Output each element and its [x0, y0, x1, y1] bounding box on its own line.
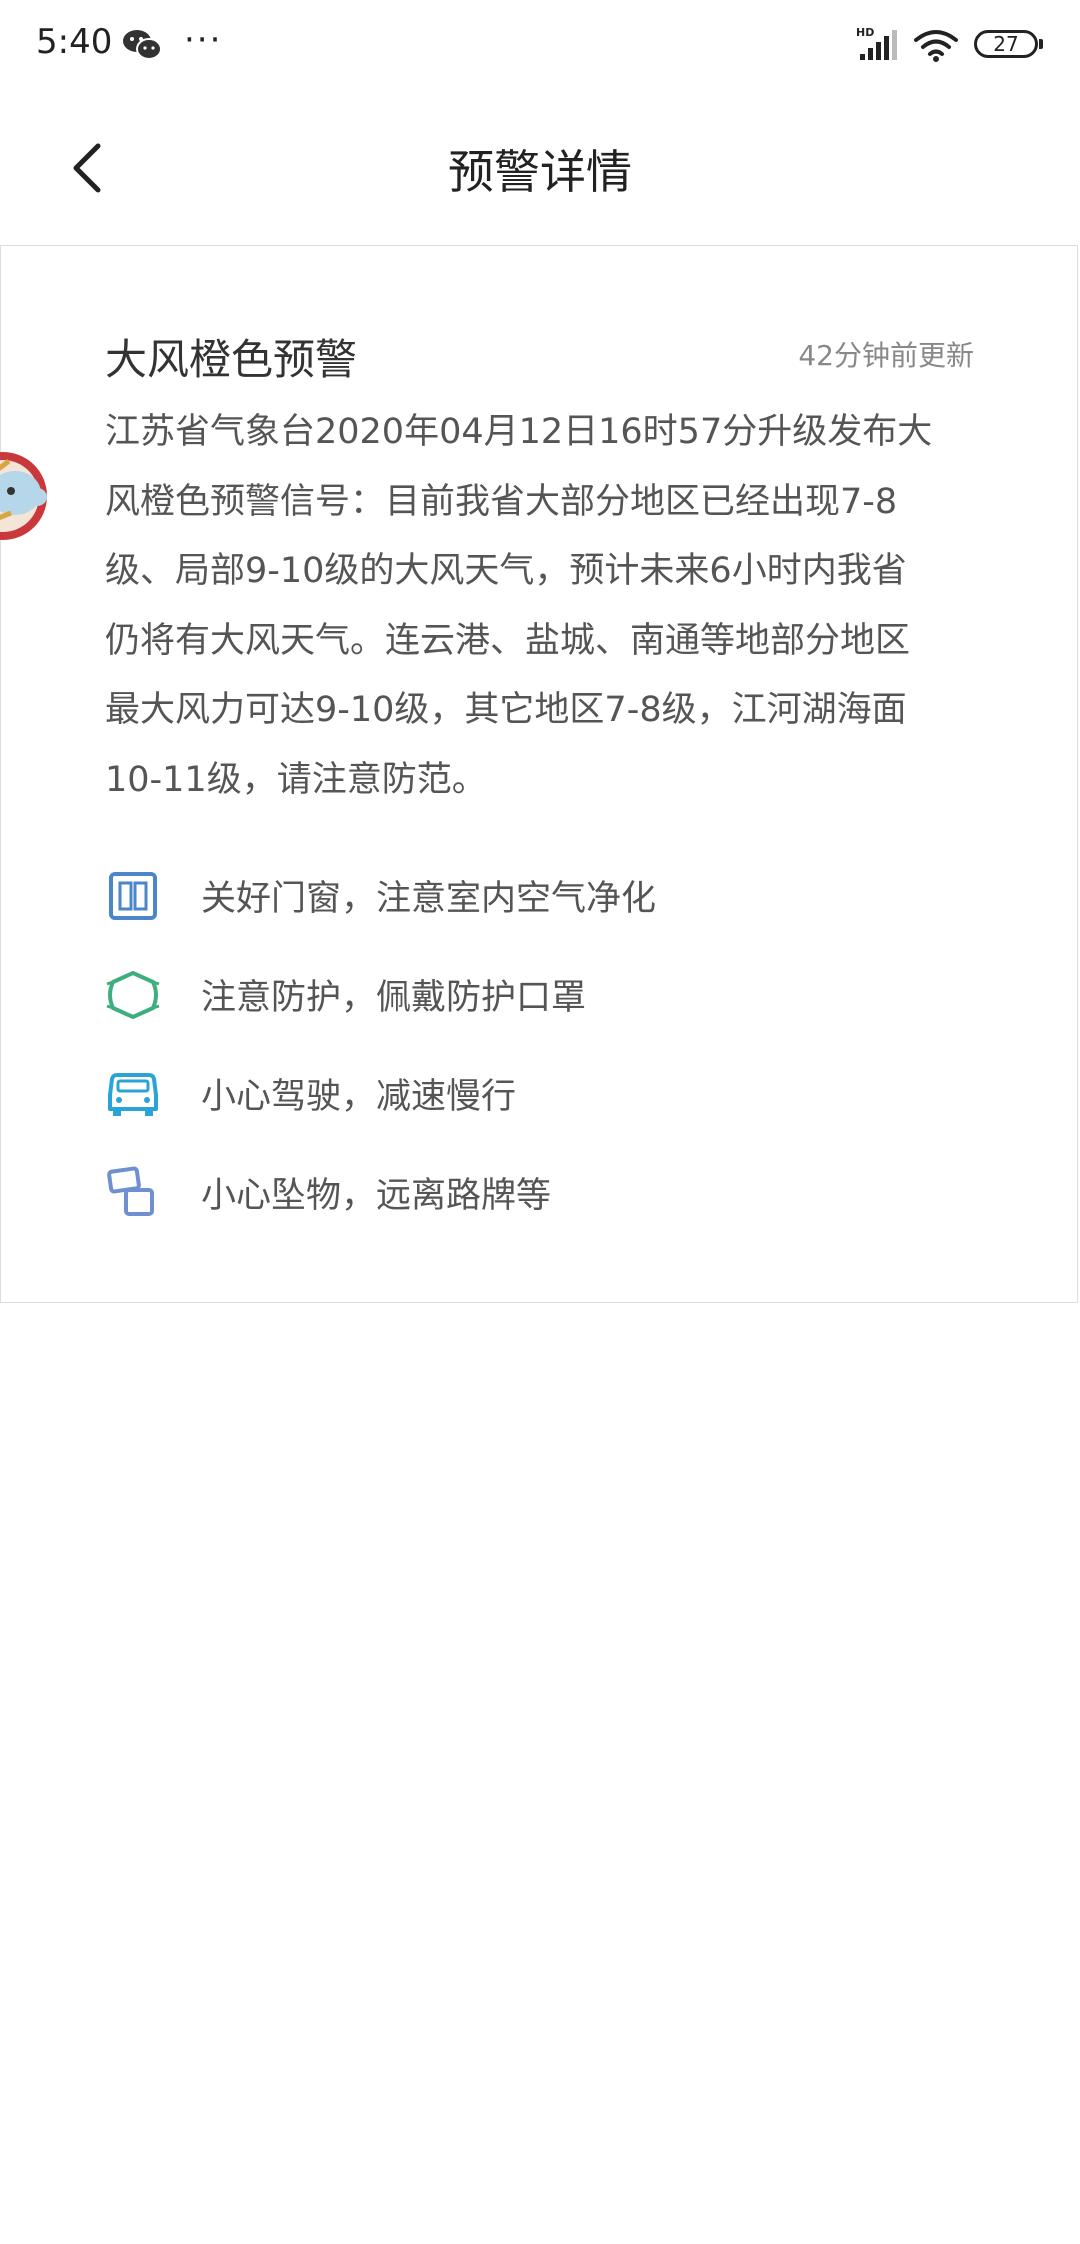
- warning-title: 大风橙色预警: [105, 335, 358, 384]
- signal-icon: HD: [856, 26, 897, 60]
- tip-text: 小心坠物，远离路牌等: [201, 1176, 552, 1216]
- status-time: 5:40: [36, 22, 113, 62]
- safety-tips-list: 关好门窗，注意室内空气净化 注意防护，佩戴防护口罩 小心驾驶，减速慢行 小心坠物…: [105, 846, 985, 1242]
- network-type-label: HD: [856, 26, 874, 39]
- car-icon: [105, 1066, 161, 1122]
- wifi-icon: [914, 30, 958, 62]
- battery-icon: 27: [974, 30, 1043, 58]
- page-title: 预警详情: [448, 145, 632, 199]
- update-time: 42分钟前更新: [798, 339, 974, 372]
- mask-icon: [105, 967, 161, 1023]
- description-line: 10-11级，请注意防范。: [105, 759, 487, 800]
- tip-item-car: 小心驾驶，减速慢行: [105, 1044, 985, 1143]
- header: 预警详情: [0, 110, 1080, 220]
- tip-item-mask: 注意防护，佩戴防护口罩: [105, 945, 985, 1044]
- tip-item-window: 关好门窗，注意室内空气净化: [105, 846, 985, 945]
- more-icon: ···: [184, 20, 223, 60]
- description-line: 风橙色预警信号：目前我省大部分地区已经出现7-8: [105, 481, 898, 522]
- description-line: 最大风力可达9-10级，其它地区7-8级，江河湖海面: [105, 690, 907, 730]
- tip-text: 小心驾驶，减速慢行: [201, 1077, 517, 1117]
- description-line: 级、局部9-10级的大风天气，预计未来6小时内我省: [105, 551, 907, 591]
- falling-objects-icon: [105, 1165, 161, 1221]
- description-line: 江苏省气象台2020年04月12日16时57分升级发布大: [105, 412, 933, 452]
- description-line: 仍将有大风天气。连云港、盐城、南通等地部分地区: [105, 620, 911, 661]
- tip-item-falling-objects: 小心坠物，远离路牌等: [105, 1143, 985, 1242]
- wechat-icon: [123, 30, 162, 60]
- status-bar: 5:40 ··· HD 27: [0, 0, 1080, 90]
- tip-text: 关好门窗，注意室内空气净化: [201, 879, 657, 919]
- warning-card: 大风橙色预警 42分钟前更新 江苏省气象台2020年04月12日16时57分升级…: [0, 245, 1078, 1303]
- tip-text: 注意防护，佩戴防护口罩: [201, 978, 587, 1018]
- mascot-icon: [0, 452, 47, 540]
- window-icon: [105, 868, 161, 924]
- warning-description: 江苏省气象台2020年04月12日16时57分升级发布大 风橙色预警信号：目前我…: [105, 398, 985, 815]
